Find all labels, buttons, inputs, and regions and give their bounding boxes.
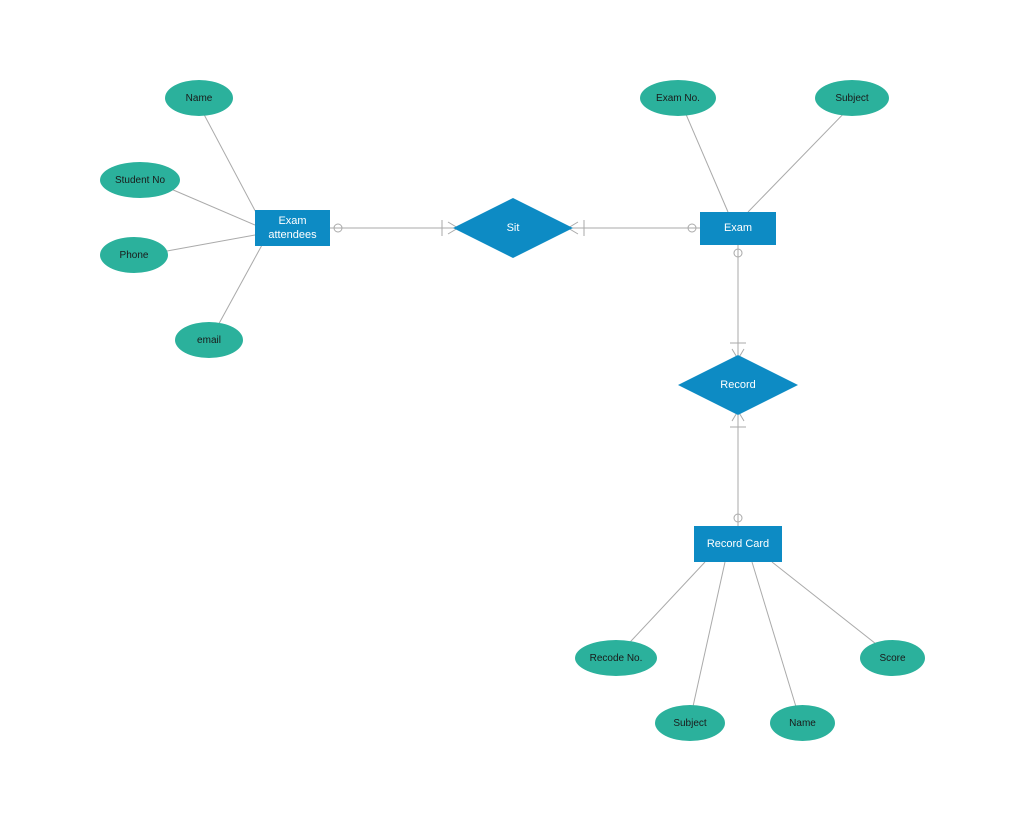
attribute-name: Name: [165, 80, 233, 116]
attribute-subject-record: Subject: [655, 705, 725, 741]
attribute-score: Score: [860, 640, 925, 676]
er-connectors: [0, 0, 1024, 816]
attribute-name-record: Name: [770, 705, 835, 741]
entity-record-card: Record Card: [694, 526, 782, 562]
relationship-record-label: Record: [720, 379, 755, 391]
relationship-sit-label: Sit: [507, 222, 520, 234]
entity-exam: Exam: [700, 212, 776, 245]
attribute-recode-no: Recode No.: [575, 640, 657, 676]
attribute-email: email: [175, 322, 243, 358]
attribute-exam-no: Exam No.: [640, 80, 716, 116]
attribute-phone: Phone: [100, 237, 168, 273]
attribute-subject-exam: Subject: [815, 80, 889, 116]
attribute-student-no: Student No: [100, 162, 180, 198]
entity-exam-attendees: Exam attendees: [255, 210, 330, 246]
